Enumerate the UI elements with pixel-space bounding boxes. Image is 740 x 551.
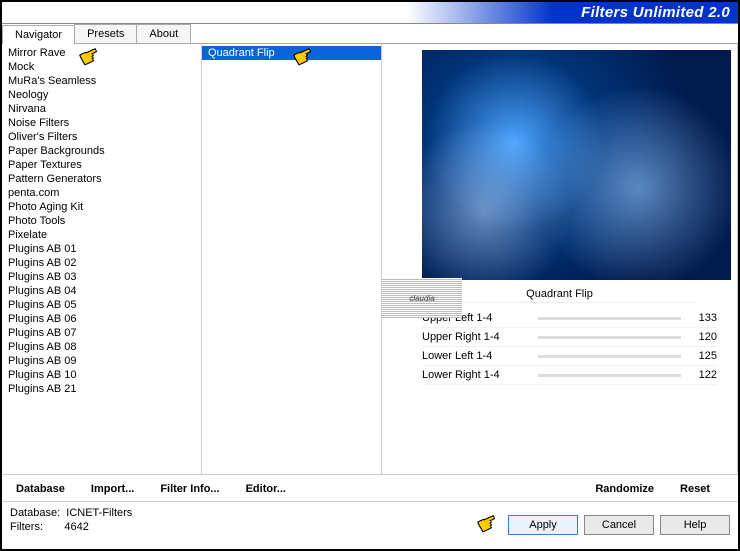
list-item[interactable]: Quadrant Flip [202,46,381,60]
list-item[interactable]: Plugins AB 04 [2,284,201,298]
slider-value: 122 [687,369,717,381]
editor-button[interactable]: Editor... [238,481,294,497]
list-item[interactable]: Plugins AB 05 [2,298,201,312]
filter-info-button[interactable]: Filter Info... [152,481,227,497]
list-item[interactable]: Pixelate [2,228,201,242]
reset-button[interactable]: Reset [672,481,718,497]
left-button-row: Database Import... Filter Info... Editor… [2,474,382,501]
list-item[interactable]: MuRa's Seamless [2,74,201,88]
slider-label: Upper Right 1-4 [422,331,532,343]
app-title: Filters Unlimited 2.0 [581,4,730,21]
list-item[interactable]: Plugins AB 07 [2,326,201,340]
help-button[interactable]: Help [660,515,730,535]
list-item[interactable]: Pattern Generators [2,172,201,186]
slider-label: Lower Left 1-4 [422,350,532,362]
slider-value: 120 [687,331,717,343]
list-item[interactable]: Plugins AB 06 [2,312,201,326]
filter-list[interactable]: Quadrant Flip [202,44,381,474]
list-item[interactable]: Paper Textures [2,158,201,172]
list-item[interactable]: Plugins AB 21 [2,382,201,396]
list-item[interactable]: Nirvana [2,102,201,116]
category-list[interactable]: Mirror RaveMockMuRa's SeamlessNeologyNir… [2,44,201,474]
list-item[interactable]: Mirror Rave [2,46,201,60]
slider-value: 133 [687,312,717,324]
tab-presets[interactable]: Presets [74,24,137,43]
list-item[interactable]: penta.com [2,186,201,200]
list-item[interactable]: Plugins AB 09 [2,354,201,368]
list-item[interactable]: Noise Filters [2,116,201,130]
slider-label: Lower Right 1-4 [422,369,532,381]
tab-navigator[interactable]: Navigator [2,25,75,44]
slider-row[interactable]: Lower Left 1-4 125 [422,347,717,366]
database-button[interactable]: Database [8,481,73,497]
list-item[interactable]: Mock [2,60,201,74]
slider-track[interactable] [538,336,681,339]
list-item[interactable]: Plugins AB 10 [2,368,201,382]
footer: Database: ICNET-Filters Filters: 4642 ☛ … [2,501,738,539]
list-item[interactable]: Plugins AB 01 [2,242,201,256]
db-value: ICNET-Filters [66,507,132,519]
list-item[interactable]: Photo Tools [2,214,201,228]
list-item[interactable]: Neology [2,88,201,102]
preview-image [422,50,731,280]
pointer-icon: ☛ [473,508,502,540]
preview-column: claudia Quadrant Flip Upper Left 1-4133U… [382,44,738,474]
tab-strip: Navigator Presets About [2,24,738,44]
current-filter-text: Quadrant Flip [526,288,593,300]
db-label: Database: [10,507,60,519]
list-item[interactable]: Paper Backgrounds [2,144,201,158]
category-column: Mirror RaveMockMuRa's SeamlessNeologyNir… [2,44,202,474]
randomize-button[interactable]: Randomize [587,481,662,497]
list-item[interactable]: Oliver's Filters [2,130,201,144]
action-buttons: ☛ Apply Cancel Help [508,515,730,535]
right-button-row: Randomize Reset [382,474,738,501]
slider-row[interactable]: Lower Right 1-4 122 [422,366,717,385]
slider-row[interactable]: Upper Right 1-4 120 [422,328,717,347]
watermark-badge: claudia [382,278,462,318]
slider-track[interactable] [538,317,681,320]
list-item[interactable]: Photo Aging Kit [2,200,201,214]
list-item[interactable]: Plugins AB 02 [2,256,201,270]
slider-row[interactable]: Upper Left 1-4133 [422,309,717,328]
main-area: Mirror RaveMockMuRa's SeamlessNeologyNir… [2,44,738,474]
current-filter-label: claudia Quadrant Flip [422,284,697,303]
filters-label: Filters: [10,521,43,533]
cancel-button[interactable]: Cancel [584,515,654,535]
slider-track[interactable] [538,374,681,377]
import-button[interactable]: Import... [83,481,142,497]
footer-info: Database: ICNET-Filters Filters: 4642 [10,506,132,535]
slider-value: 125 [687,350,717,362]
filters-value: 4642 [64,521,88,533]
filter-column: Quadrant Flip ☛ [202,44,382,474]
apply-button[interactable]: Apply [508,515,578,535]
parameter-panel: Upper Left 1-4133 Upper Right 1-4 120 Lower… [422,309,717,385]
tab-about[interactable]: About [136,24,191,43]
list-item[interactable]: Plugins AB 08 [2,340,201,354]
slider-track[interactable] [538,355,681,358]
list-item[interactable]: Plugins AB 03 [2,270,201,284]
titlebar: Filters Unlimited 2.0 [2,2,738,24]
